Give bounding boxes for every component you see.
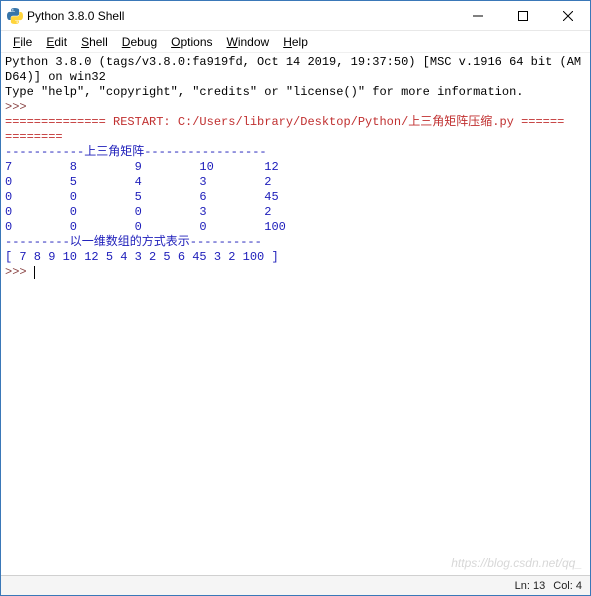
array-output: [ 7 8 9 10 12 5 4 3 2 5 6 45 3 2 100 ]	[5, 250, 279, 264]
prompt: >>>	[5, 265, 34, 279]
close-button[interactable]	[545, 1, 590, 30]
menu-debug[interactable]: Debug	[116, 33, 163, 51]
shell-output[interactable]: Python 3.8.0 (tags/v3.8.0:fa919fd, Oct 1…	[1, 53, 590, 575]
window-controls	[455, 1, 590, 30]
status-col: Col: 4	[553, 580, 582, 592]
output-header: ---------以一维数组的方式表示----------	[5, 235, 262, 249]
text-cursor	[34, 266, 35, 279]
menu-help[interactable]: Help	[277, 33, 314, 51]
prompt: >>>	[5, 100, 34, 114]
titlebar: Python 3.8.0 Shell	[1, 1, 590, 31]
menu-edit[interactable]: Edit	[40, 33, 73, 51]
banner-text: D64)] on win32	[5, 70, 106, 84]
matrix-row: 0 0 0 0 100	[5, 220, 286, 234]
restart-banner: ============== RESTART: C:/Users/library…	[5, 115, 564, 144]
maximize-button[interactable]	[500, 1, 545, 30]
menu-file[interactable]: File	[7, 33, 38, 51]
matrix-row: 0 0 0 3 2	[5, 205, 271, 219]
menu-shell[interactable]: Shell	[75, 33, 114, 51]
python-icon	[7, 8, 23, 24]
status-line: Ln: 13	[515, 580, 546, 592]
minimize-button[interactable]	[455, 1, 500, 30]
banner-text: Type "help", "copyright", "credits" or "…	[5, 85, 523, 99]
menu-options[interactable]: Options	[165, 33, 218, 51]
output-header: -----------上三角矩阵-----------------	[5, 145, 267, 159]
matrix-row: 0 5 4 3 2	[5, 175, 271, 189]
matrix-row: 7 8 9 10 12	[5, 160, 279, 174]
menu-window[interactable]: Window	[221, 33, 276, 51]
statusbar: Ln: 13 Col: 4	[1, 575, 590, 595]
matrix-row: 0 0 5 6 45	[5, 190, 279, 204]
watermark: https://blog.csdn.net/qq_	[451, 556, 582, 571]
window-title: Python 3.8.0 Shell	[27, 9, 455, 23]
banner-text: Python 3.8.0 (tags/v3.8.0:fa919fd, Oct 1…	[5, 55, 581, 69]
menubar: File Edit Shell Debug Options Window Hel…	[1, 31, 590, 53]
